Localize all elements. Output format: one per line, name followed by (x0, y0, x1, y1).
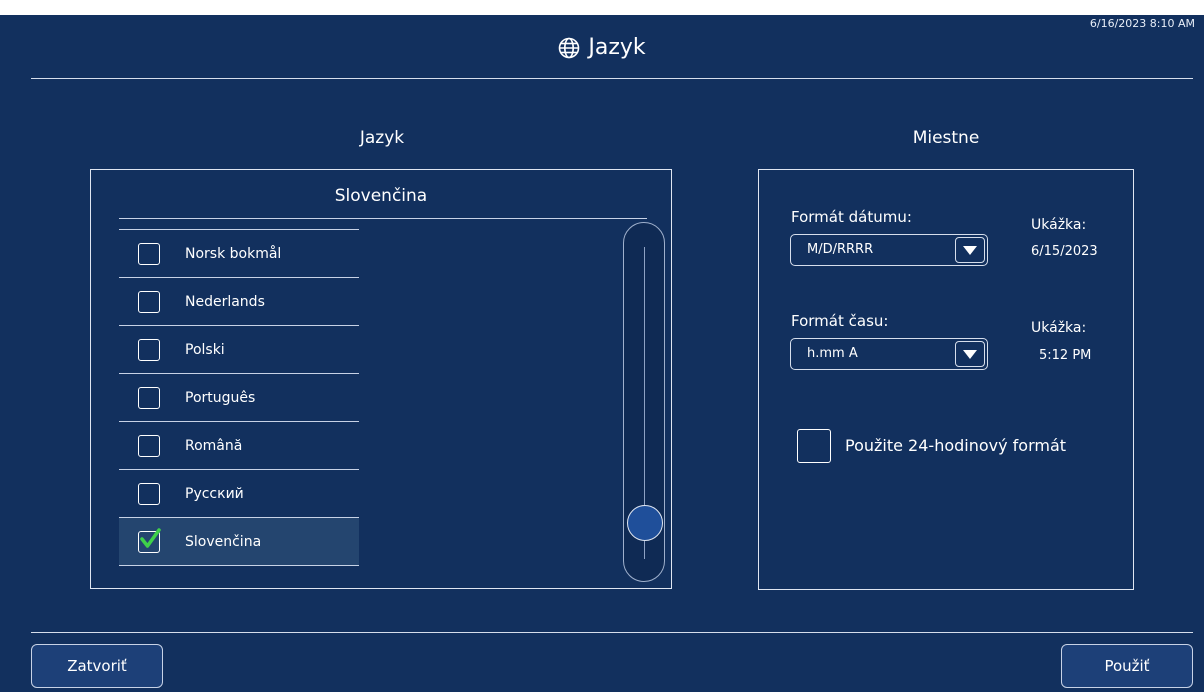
checkmark-icon (140, 527, 161, 548)
language-list-item[interactable]: Italiano (119, 218, 359, 230)
language-list-item[interactable]: Nederlands (119, 278, 359, 326)
locale-section-title: Miestne (912, 128, 980, 148)
language-list-item[interactable]: Română (119, 422, 359, 470)
scrollbar-thumb[interactable] (627, 505, 663, 541)
language-list-item[interactable]: Polski (119, 326, 359, 374)
globe-icon (558, 37, 580, 59)
language-label: Română (185, 437, 243, 454)
footer-divider (31, 632, 1193, 633)
language-label: Русский (185, 485, 244, 502)
language-checkbox[interactable] (138, 290, 160, 313)
language-checkbox[interactable] (138, 386, 160, 409)
language-label: Norsk bokmål (185, 245, 282, 262)
language-label: Nederlands (185, 293, 265, 310)
page-title: Jazyk (588, 35, 646, 60)
use-24h-checkbox[interactable] (797, 429, 831, 463)
language-checkbox[interactable] (138, 527, 161, 553)
chevron-down-icon (963, 246, 977, 255)
language-label: Polski (185, 341, 225, 358)
time-format-label: Formát času: (791, 312, 889, 330)
time-format-dropdown-button[interactable] (955, 341, 985, 367)
apply-button[interactable]: Použiť (1061, 644, 1193, 688)
header-divider (31, 78, 1193, 79)
language-label: Português (185, 389, 256, 406)
use-24h-label[interactable]: Použite 24-hodinový formát (845, 436, 1066, 455)
close-button[interactable]: Zatvoriť (31, 644, 163, 688)
language-list-item[interactable]: Русский (119, 470, 359, 518)
language-section-title: Jazyk (359, 128, 405, 148)
language-label: Slovenčina (185, 533, 262, 550)
date-sample-label: Ukážka: (1031, 217, 1087, 233)
language-list-item[interactable]: Norsk bokmål (119, 230, 359, 278)
selected-language-label: Slovenčina (334, 186, 428, 206)
chevron-down-icon (963, 350, 977, 359)
time-sample-value: 5:12 PM (1039, 348, 1092, 363)
language-scrollbar[interactable] (623, 222, 665, 582)
language-list-item[interactable]: Slovenčina (119, 518, 359, 566)
date-format-select[interactable]: M/D/RRRR (790, 234, 988, 266)
date-sample-value: 6/15/2023 (1031, 244, 1098, 259)
time-format-select[interactable]: h.mm A (790, 338, 988, 370)
locale-panel: Formát dátumu: M/D/RRRR Ukážka: 6/15/202… (758, 169, 1134, 590)
time-sample-label: Ukážka: (1031, 320, 1087, 336)
language-checkbox[interactable] (138, 242, 160, 265)
date-format-dropdown-button[interactable] (955, 237, 985, 263)
date-format-value: M/D/RRRR (807, 242, 874, 257)
language-checkbox[interactable] (138, 482, 160, 505)
top-bar (0, 0, 1204, 15)
date-format-label: Formát dátumu: (791, 208, 912, 226)
language-panel: Slovenčina Italiano Norsk bokmål Nederland… (90, 169, 672, 589)
page-header: Jazyk (0, 34, 1204, 62)
timestamp: 6/16/2023 8:10 AM (1089, 17, 1195, 30)
language-checkbox[interactable] (138, 338, 160, 361)
language-list[interactable]: Italiano Norsk bokmål Nederlands Polski Port… (119, 218, 359, 580)
language-list-item[interactable]: Português (119, 374, 359, 422)
language-checkbox[interactable] (138, 434, 160, 457)
time-format-value: h.mm A (807, 346, 858, 361)
